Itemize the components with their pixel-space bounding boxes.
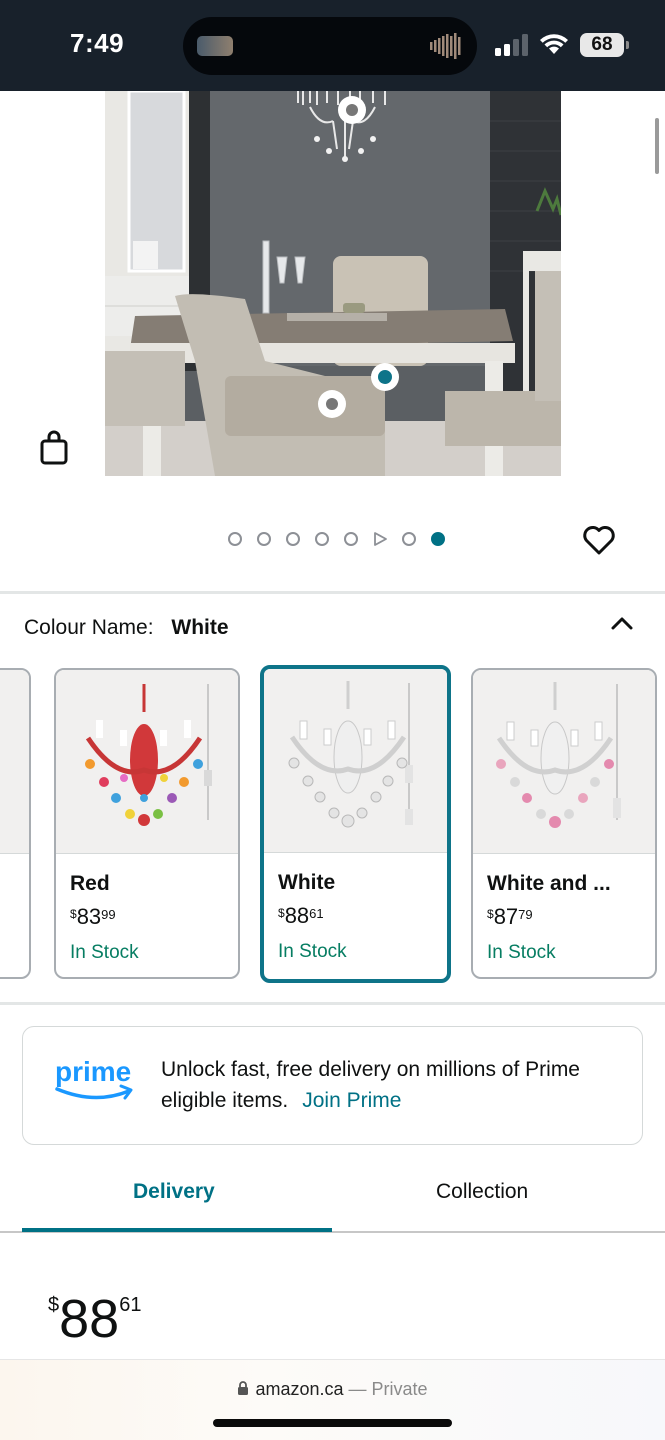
stock-status: In Stock [487,942,556,963]
carousel-dot[interactable] [314,532,329,546]
scroll-indicator[interactable] [655,118,659,174]
tab-delivery[interactable]: Delivery [133,1180,215,1204]
carousel-dot[interactable] [343,532,358,546]
wifi-icon [540,34,568,54]
chevron-up-icon[interactable] [609,612,635,634]
swatch-image [264,669,447,853]
price-fraction: 99 [101,907,116,922]
home-indicator[interactable] [213,1419,452,1427]
currency-symbol: $ [487,907,494,921]
video-play-icon[interactable] [373,532,387,546]
stock-status: In Stock [70,942,139,963]
red-chandelier-image [85,684,212,826]
carousel-dot[interactable] [285,532,300,546]
audio-wave-icon [430,33,461,59]
swatch-image [473,670,655,854]
colour-value: White [171,616,229,639]
carousel-dot[interactable] [256,532,271,546]
battery-tip [626,41,629,49]
white-chandelier-image [288,681,413,828]
colour-name-row: Colour Name: White [24,616,229,640]
lock-icon [238,1381,249,1395]
join-prime-link[interactable]: Join Prime [302,1089,401,1112]
tab-collection[interactable]: Collection [436,1180,528,1204]
price-whole: 87 [493,904,519,929]
carousel-dot-active[interactable] [430,532,445,546]
battery-icon: 68 [580,33,624,57]
heart-icon[interactable] [582,524,616,556]
colour-swatch-red[interactable]: Red $8399 In Stock [54,668,240,979]
swatch-image [0,670,29,854]
private-mode-label: Private [371,1379,428,1399]
product-price: $8861 [48,1288,141,1350]
colour-swatch-white-selected[interactable]: White $8861 In Stock [260,665,451,983]
white-pink-chandelier-image [496,682,621,828]
currency-symbol: $ [70,907,77,921]
dining-room-illustration [105,91,561,476]
swatch-price: $8861 [278,903,324,929]
colour-swatch-white-and-pink[interactable]: White and ... $8779 In Stock [471,668,657,979]
price-whole: 88 [59,1289,120,1349]
now-playing-thumbnail [197,36,233,56]
section-divider [0,1002,665,1005]
signal-icon [495,34,528,56]
price-whole: 88 [284,903,310,928]
swatch-image [56,670,238,854]
product-page: 7:49 68 Colour Name: White Red $8399 In … [0,0,665,1440]
browser-url[interactable]: amazon.ca — Private [0,1379,665,1400]
swatch-name: Red [70,872,110,895]
section-divider [0,591,665,594]
carousel-dot[interactable] [401,532,416,546]
url-separator: — [348,1379,367,1399]
price-whole: 83 [76,904,102,929]
url-domain: amazon.ca [255,1379,344,1399]
prime-promo-card[interactable]: prime Unlock fast, free delivery on mill… [22,1026,643,1145]
prime-logo-text: prime [55,1056,131,1087]
active-tab-indicator [22,1228,332,1232]
shopping-bag-icon[interactable] [38,430,70,466]
price-fraction: 61 [119,1294,142,1316]
currency-symbol: $ [48,1294,60,1316]
image-carousel-dots[interactable] [220,526,452,552]
status-bar: 7:49 68 [0,0,665,91]
colour-swatch-partial[interactable] [0,668,31,979]
colour-label: Colour Name: [24,616,154,639]
swatch-price: $8399 [70,904,116,930]
swatch-price: $8779 [487,904,533,930]
prime-message: Unlock fast, free delivery on millions o… [161,1054,621,1116]
product-image[interactable] [105,91,561,476]
swatch-name: White and ... [487,872,611,895]
currency-symbol: $ [278,906,285,920]
carousel-dot[interactable] [227,532,242,546]
price-fraction: 61 [309,906,324,921]
dynamic-island[interactable] [183,17,477,75]
price-fraction: 79 [518,907,533,922]
swatch-name: White [278,871,336,894]
prime-logo-icon: prime [55,1056,133,1100]
status-time: 7:49 [70,28,125,58]
stock-status: In Stock [278,941,347,962]
